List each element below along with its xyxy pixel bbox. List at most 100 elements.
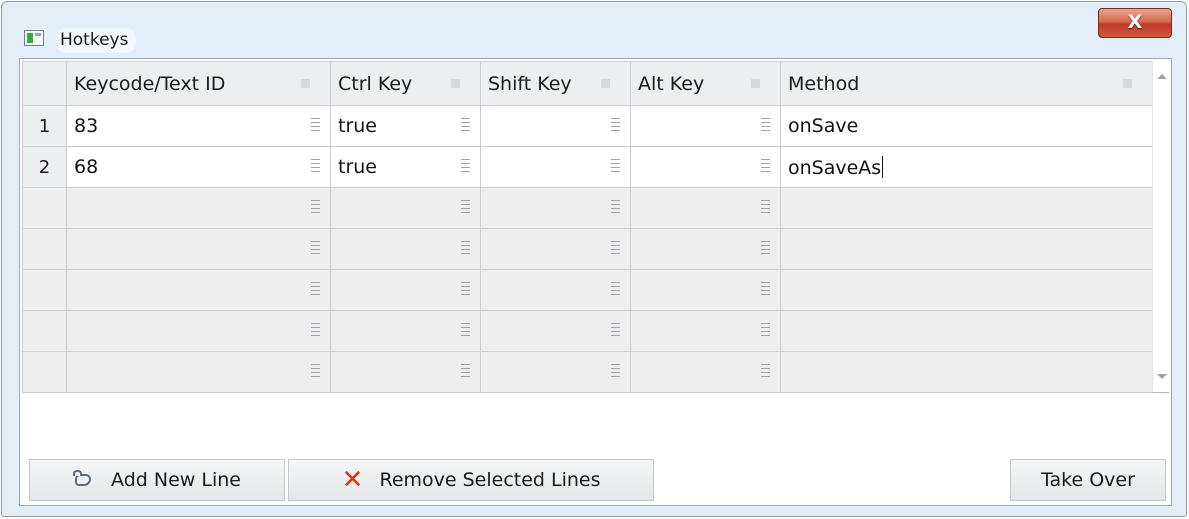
method-cell-editing[interactable]: onSaveAs xyxy=(780,146,1153,188)
row-number[interactable] xyxy=(22,310,67,352)
alt-cell[interactable] xyxy=(630,228,781,270)
cell-edit-icon[interactable] xyxy=(761,282,770,296)
method-cell[interactable] xyxy=(780,351,1153,393)
ctrl-cell[interactable] xyxy=(330,310,481,352)
cell-edit-icon[interactable] xyxy=(461,364,470,378)
row-number[interactable]: 2 xyxy=(22,146,67,188)
table-row[interactable] xyxy=(22,187,1153,229)
cell-edit-icon[interactable] xyxy=(611,323,620,337)
cell-edit-icon[interactable] xyxy=(611,118,620,132)
column-menu-icon[interactable] xyxy=(601,79,610,88)
row-number[interactable] xyxy=(22,351,67,393)
shift-cell[interactable] xyxy=(480,269,631,311)
row-number[interactable] xyxy=(22,228,67,270)
row-number[interactable] xyxy=(22,269,67,311)
cell-edit-icon[interactable] xyxy=(311,323,320,337)
shift-cell[interactable] xyxy=(480,146,631,188)
ctrl-cell[interactable] xyxy=(330,351,481,393)
row-number[interactable] xyxy=(22,187,67,229)
cell-edit-icon[interactable] xyxy=(611,241,620,255)
ctrl-cell[interactable] xyxy=(330,228,481,270)
ctrl-cell[interactable] xyxy=(330,187,481,229)
keycode-cell[interactable] xyxy=(66,269,331,311)
close-button[interactable]: X xyxy=(1098,8,1172,38)
cell-edit-icon[interactable] xyxy=(311,282,320,296)
cell-edit-icon[interactable] xyxy=(461,241,470,255)
cell-edit-icon[interactable] xyxy=(461,118,470,132)
table-row[interactable] xyxy=(22,228,1153,270)
cell-edit-icon[interactable] xyxy=(461,323,470,337)
scroll-up-arrow-icon[interactable] xyxy=(1157,74,1167,79)
cell-edit-icon[interactable] xyxy=(611,159,620,173)
vertical-scrollbar[interactable] xyxy=(1152,61,1170,392)
column-header-ctrl[interactable]: Ctrl Key xyxy=(330,61,481,106)
table-row[interactable] xyxy=(22,269,1153,311)
cell-edit-icon[interactable] xyxy=(611,200,620,214)
column-header-alt[interactable]: Alt Key xyxy=(630,61,781,106)
shift-cell[interactable] xyxy=(480,351,631,393)
cell-edit-icon[interactable] xyxy=(611,282,620,296)
column-menu-icon[interactable] xyxy=(301,79,310,88)
keycode-value: 83 xyxy=(74,115,99,137)
table-row[interactable] xyxy=(22,351,1153,393)
cell-edit-icon[interactable] xyxy=(311,159,320,173)
table-row[interactable]: 1 83 true onSave xyxy=(22,105,1153,147)
column-menu-icon[interactable] xyxy=(1123,79,1132,88)
row-number[interactable]: 1 xyxy=(22,105,67,147)
cell-edit-icon[interactable] xyxy=(761,159,770,173)
alt-cell[interactable] xyxy=(630,105,781,147)
alt-cell[interactable] xyxy=(630,351,781,393)
column-header-shift[interactable]: Shift Key xyxy=(480,61,631,106)
hotkeys-table: Keycode/Text ID Ctrl Key Shift Key Alt K… xyxy=(22,61,1153,393)
table-row[interactable]: 2 68 true onSaveAs xyxy=(22,146,1153,188)
cell-edit-icon[interactable] xyxy=(761,364,770,378)
keycode-cell[interactable] xyxy=(66,351,331,393)
ctrl-cell[interactable]: true xyxy=(330,105,481,147)
cell-edit-icon[interactable] xyxy=(311,200,320,214)
shift-cell[interactable] xyxy=(480,310,631,352)
keycode-cell[interactable] xyxy=(66,310,331,352)
take-over-button[interactable]: Take Over xyxy=(1010,459,1166,501)
column-menu-icon[interactable] xyxy=(451,79,460,88)
alt-cell[interactable] xyxy=(630,269,781,311)
method-cell[interactable] xyxy=(780,187,1153,229)
remove-selected-lines-button[interactable]: ✕ Remove Selected Lines xyxy=(288,459,654,501)
row-number-header xyxy=(22,61,67,106)
cell-edit-icon[interactable] xyxy=(311,241,320,255)
keycode-cell[interactable]: 68 xyxy=(66,146,331,188)
method-cell[interactable] xyxy=(780,310,1153,352)
title-bar[interactable]: Hotkeys X xyxy=(2,2,1186,53)
shift-cell[interactable] xyxy=(480,187,631,229)
cell-edit-icon[interactable] xyxy=(461,282,470,296)
cell-edit-icon[interactable] xyxy=(461,159,470,173)
alt-cell[interactable] xyxy=(630,187,781,229)
column-header-keycode[interactable]: Keycode/Text ID xyxy=(66,61,331,106)
add-new-line-button[interactable]: Add New Line xyxy=(29,459,285,501)
cell-edit-icon[interactable] xyxy=(761,200,770,214)
ctrl-cell[interactable] xyxy=(330,269,481,311)
hotkeys-window: Hotkeys X Keycode/Text ID Ctrl Key Shift… xyxy=(1,1,1187,517)
alt-cell[interactable] xyxy=(630,310,781,352)
ctrl-cell[interactable]: true xyxy=(330,146,481,188)
keycode-cell[interactable]: 83 xyxy=(66,105,331,147)
cell-edit-icon[interactable] xyxy=(311,118,320,132)
method-input[interactable]: onSaveAs xyxy=(788,157,881,179)
cell-edit-icon[interactable] xyxy=(761,241,770,255)
alt-cell[interactable] xyxy=(630,146,781,188)
cell-edit-icon[interactable] xyxy=(761,323,770,337)
cell-edit-icon[interactable] xyxy=(461,200,470,214)
cell-edit-icon[interactable] xyxy=(311,364,320,378)
table-row[interactable] xyxy=(22,310,1153,352)
cell-edit-icon[interactable] xyxy=(611,364,620,378)
scroll-down-arrow-icon[interactable] xyxy=(1157,374,1167,379)
method-cell[interactable] xyxy=(780,228,1153,270)
cell-edit-icon[interactable] xyxy=(761,118,770,132)
method-cell[interactable]: onSave xyxy=(780,105,1153,147)
shift-cell[interactable] xyxy=(480,105,631,147)
method-cell[interactable] xyxy=(780,269,1153,311)
keycode-cell[interactable] xyxy=(66,187,331,229)
shift-cell[interactable] xyxy=(480,228,631,270)
column-header-method[interactable]: Method xyxy=(780,61,1153,106)
column-menu-icon[interactable] xyxy=(751,79,760,88)
keycode-cell[interactable] xyxy=(66,228,331,270)
